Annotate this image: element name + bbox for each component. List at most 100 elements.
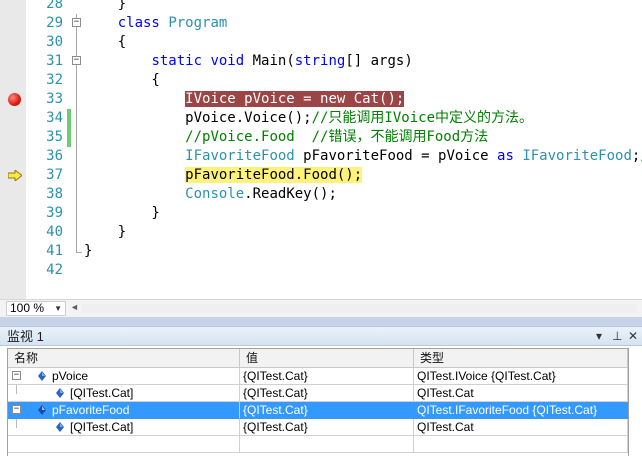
- code-text[interactable]: }: [84, 223, 126, 242]
- code-text[interactable]: class Program: [84, 14, 228, 33]
- code-line[interactable]: 39 }: [0, 204, 642, 223]
- code-line[interactable]: 38 Console.ReadKey();: [0, 185, 642, 204]
- code-token: }: [84, 0, 127, 12]
- code-token: Console: [185, 186, 245, 202]
- code-text[interactable]: }: [84, 0, 126, 14]
- code-line[interactable]: 28 }: [0, 0, 642, 14]
- code-token: }: [84, 205, 160, 221]
- breakpoint-icon[interactable]: [8, 93, 21, 106]
- code-line[interactable]: 34 pVoice.Voice();//只能调用IVoice中定义的方法。: [0, 109, 642, 128]
- pin-icon[interactable]: ⊥: [612, 329, 622, 344]
- code-text[interactable]: IVoice pVoice = new Cat();: [84, 90, 405, 109]
- code-token: pFavoriteFood.Food();: [185, 167, 363, 183]
- watch-row-pvoice-child[interactable]: [QITest.Cat] {QITest.Cat} QITest.Cat: [8, 385, 628, 402]
- zoom-level: 100 %: [10, 301, 45, 315]
- code-line[interactable]: 37 pFavoriteFood.Food();: [0, 166, 642, 185]
- line-number: 41: [46, 243, 63, 259]
- line-number: 35: [46, 129, 63, 145]
- watch-grid[interactable]: 名称 值 类型 − pVoice {QITest.Cat} QITest.IVo…: [7, 348, 629, 456]
- line-number: 32: [46, 72, 63, 88]
- code-token: [] args): [345, 53, 413, 69]
- code-line[interactable]: 31− static void Main(string[] args): [0, 52, 642, 71]
- code-token: {: [84, 72, 160, 88]
- line-number: 38: [46, 186, 63, 202]
- tree-line: [16, 385, 17, 394]
- chevron-down-icon[interactable]: ▼: [54, 302, 62, 315]
- zoom-dropdown[interactable]: 100 % ▼: [6, 301, 66, 316]
- code-text[interactable]: }: [84, 204, 160, 223]
- code-line[interactable]: 29− class Program: [0, 14, 642, 33]
- code-token: IFavoriteFood: [185, 148, 295, 164]
- code-token: void: [210, 53, 245, 69]
- collapse-icon[interactable]: −: [12, 371, 21, 380]
- code-line[interactable]: 33 IVoice pVoice = new Cat();: [0, 90, 642, 109]
- collapse-icon[interactable]: −: [12, 405, 21, 414]
- watch-new-type-cell: [414, 436, 628, 453]
- tree-line: [16, 419, 17, 428]
- code-line[interactable]: 42: [0, 261, 642, 280]
- watch-type: QITest.Cat: [414, 385, 628, 402]
- line-number: 31: [46, 53, 63, 69]
- code-text[interactable]: {: [84, 71, 160, 90]
- code-text[interactable]: IFavoriteFood pFavoriteFood = pVoice as …: [84, 147, 642, 166]
- collapse-icon[interactable]: −: [72, 56, 81, 65]
- code-line[interactable]: 35 //pVoice.Food //错误，不能调用Food方法: [0, 128, 642, 147]
- watch-new-value-cell: [240, 436, 414, 453]
- code-line[interactable]: 41}: [0, 242, 642, 261]
- code-token: pFavoriteFood = pVoice: [294, 148, 498, 164]
- watch-value: {QITest.Cat}: [240, 419, 414, 436]
- column-header-name[interactable]: 名称: [8, 349, 240, 368]
- watch-value: {QITest.Cat}: [240, 402, 414, 419]
- object-icon: [56, 422, 64, 432]
- pane-splitter[interactable]: [0, 317, 642, 326]
- code-line[interactable]: 30 {: [0, 33, 642, 52]
- change-marker: [67, 109, 71, 128]
- watch-type: QITest.IVoice {QITest.Cat}: [414, 368, 628, 385]
- code-text[interactable]: {: [84, 33, 126, 52]
- watch-row-pfavoritefood-child[interactable]: [QITest.Cat] {QITest.Cat} QITest.Cat: [8, 419, 628, 436]
- code-text[interactable]: }: [84, 242, 92, 261]
- code-line[interactable]: 32 {: [0, 71, 642, 90]
- code-text[interactable]: //pVoice.Food //错误，不能调用Food方法: [84, 128, 488, 147]
- watch-title-bar[interactable]: 监视 1 ▾ ⊥ ✕: [0, 326, 642, 346]
- code-token: as: [497, 148, 514, 164]
- line-number: 36: [46, 148, 63, 164]
- watch-name: pVoice: [52, 369, 89, 383]
- code-text[interactable]: static void Main(string[] args): [84, 52, 413, 71]
- code-text[interactable]: pVoice.Voice();//只能调用IVoice中定义的方法。: [84, 109, 533, 128]
- watch-value: {QITest.Cat}: [240, 385, 414, 402]
- collapse-icon[interactable]: −: [72, 18, 81, 27]
- code-text[interactable]: Console.ReadKey();: [84, 185, 337, 204]
- code-token: }: [84, 224, 127, 240]
- watch-name-cell: − pFavoriteFood: [8, 402, 240, 419]
- code-text[interactable]: pFavoriteFood.Food();: [84, 166, 363, 185]
- horizontal-scrollbar[interactable]: [82, 304, 637, 313]
- current-statement-arrow-icon[interactable]: [8, 170, 22, 181]
- watch-name: [QITest.Cat]: [70, 420, 134, 434]
- line-number: 30: [46, 34, 63, 50]
- code-token: IVoice pVoice = new Cat();: [185, 91, 405, 107]
- watch-new-row[interactable]: [8, 436, 628, 453]
- code-line[interactable]: 40 }: [0, 223, 642, 242]
- close-icon[interactable]: ✕: [628, 329, 638, 344]
- code-line[interactable]: 36 IFavoriteFood pFavoriteFood = pVoice …: [0, 147, 642, 166]
- watch-row-pvoice[interactable]: − pVoice {QITest.Cat} QITest.IVoice {QIT…: [8, 368, 628, 385]
- line-number: 29: [46, 15, 63, 31]
- column-header-value[interactable]: 值: [240, 349, 414, 368]
- watch-value: {QITest.Cat}: [240, 368, 414, 385]
- line-number: 39: [46, 205, 63, 221]
- code-token: }: [84, 243, 93, 259]
- watch-name-cell: [QITest.Cat]: [8, 419, 240, 436]
- scroll-left-icon[interactable]: ◄: [70, 302, 79, 312]
- code-token: {: [84, 34, 127, 50]
- code-token: pVoice.Voice();: [84, 110, 312, 126]
- window-position-icon[interactable]: ▾: [596, 329, 602, 344]
- code-editor[interactable]: 28 } 29− class Program 30 {31− static void…: [0, 0, 642, 299]
- watch-row-pfavoritefood[interactable]: − pFavoriteFood {QITest.Cat} QITest.IFav…: [8, 402, 628, 419]
- column-header-type[interactable]: 类型: [414, 349, 628, 368]
- watch-new-name-cell[interactable]: [8, 436, 240, 453]
